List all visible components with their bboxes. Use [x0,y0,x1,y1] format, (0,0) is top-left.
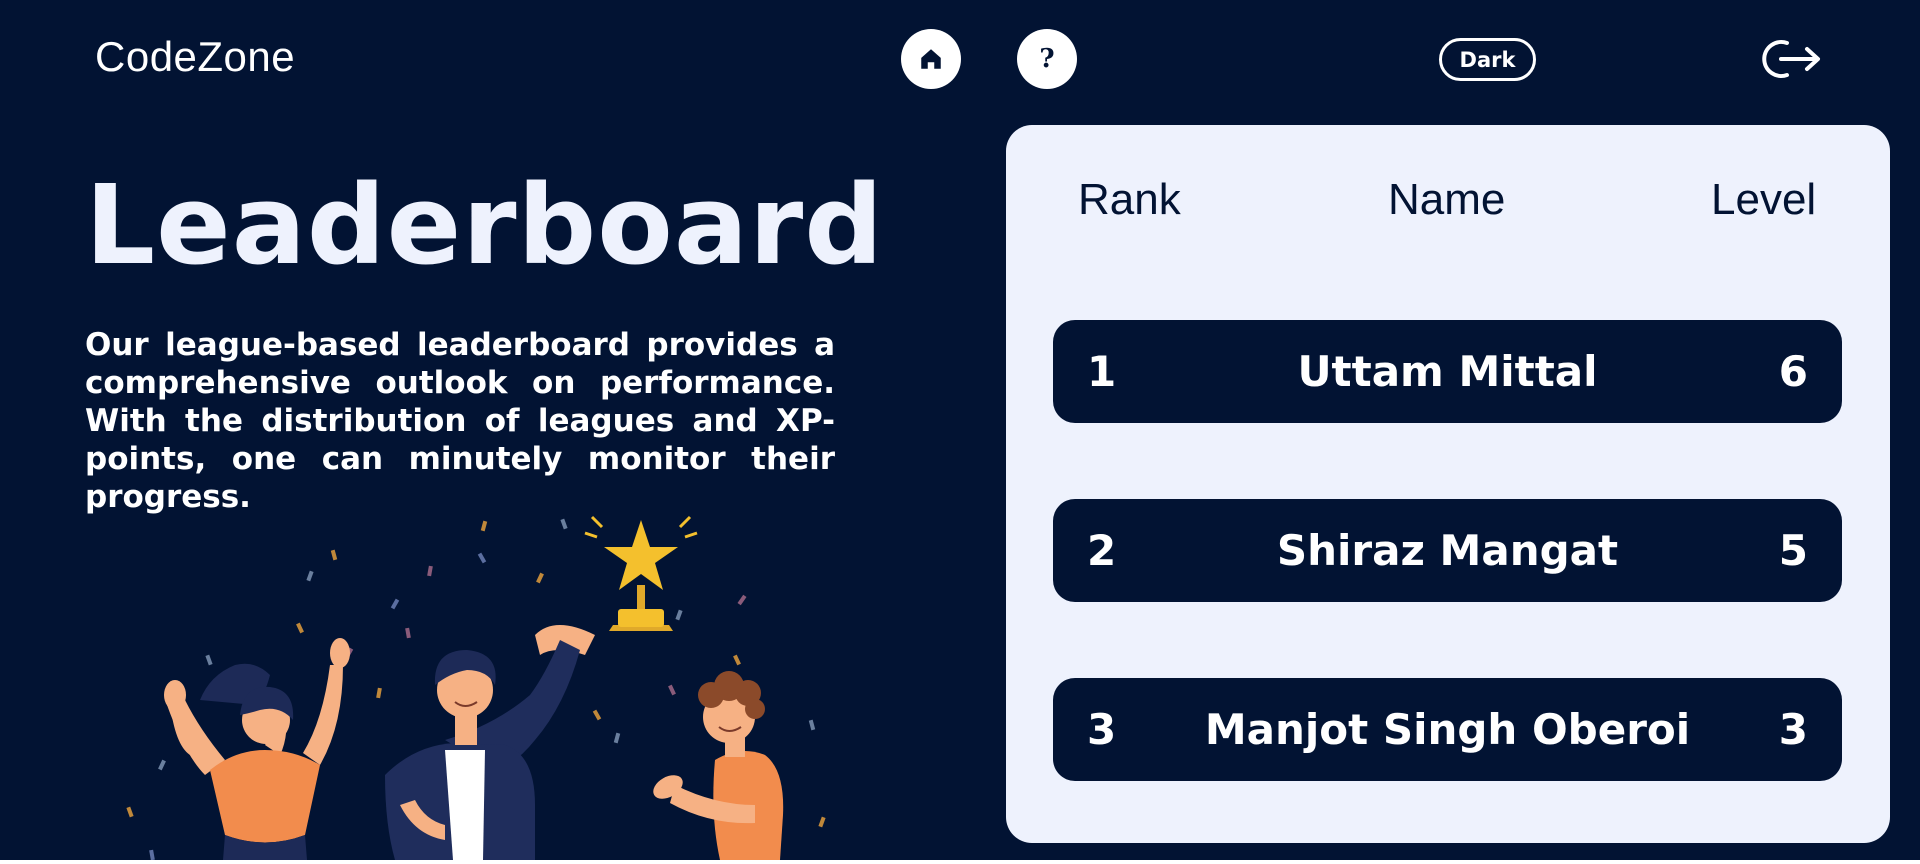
leaderboard-row[interactable]: 1 Uttam Mittal 6 [1053,320,1842,423]
app-container: CodeZone ? Dark Leaderboard Our league-b… [0,0,1920,860]
home-button[interactable] [901,29,961,89]
row-level: 5 [1778,526,1808,575]
logout-button[interactable] [1760,36,1824,82]
leaderboard-row[interactable]: 2 Shiraz Mangat 5 [1053,499,1842,602]
row-name: Shiraz Mangat [1276,526,1619,575]
row-name: Manjot Singh Oberoi [1204,705,1691,754]
row-rank: 3 [1087,705,1117,754]
brand-logo[interactable]: CodeZone [95,33,295,81]
row-rank: 1 [1087,347,1117,396]
help-button[interactable]: ? [1017,29,1077,89]
hero-description: Our league-based leaderboard provides a … [85,327,835,515]
row-level: 3 [1778,705,1808,754]
man-holding-trophy [385,625,595,860]
row-rank: 2 [1087,526,1117,575]
clapping-boy [653,671,784,860]
column-header-name: Name [1388,175,1506,224]
leaderboard-row[interactable]: 3 Manjot Singh Oberoi 3 [1053,678,1842,781]
theme-toggle-button[interactable]: Dark [1439,38,1536,81]
cheering-woman [164,638,350,860]
column-header-level: Level [1711,175,1817,224]
row-name: Uttam Mittal [1297,347,1598,396]
column-header-rank: Rank [1078,175,1181,224]
leaderboard-rows: 1 Uttam Mittal 6 2 Shiraz Mangat 5 3 Man… [1053,320,1842,857]
question-icon: ? [1039,44,1055,74]
home-icon [921,49,941,69]
celebration-illustration [126,515,826,860]
page-title: Leaderboard [85,161,885,289]
row-level: 6 [1778,347,1808,396]
logout-icon [1762,40,1820,78]
